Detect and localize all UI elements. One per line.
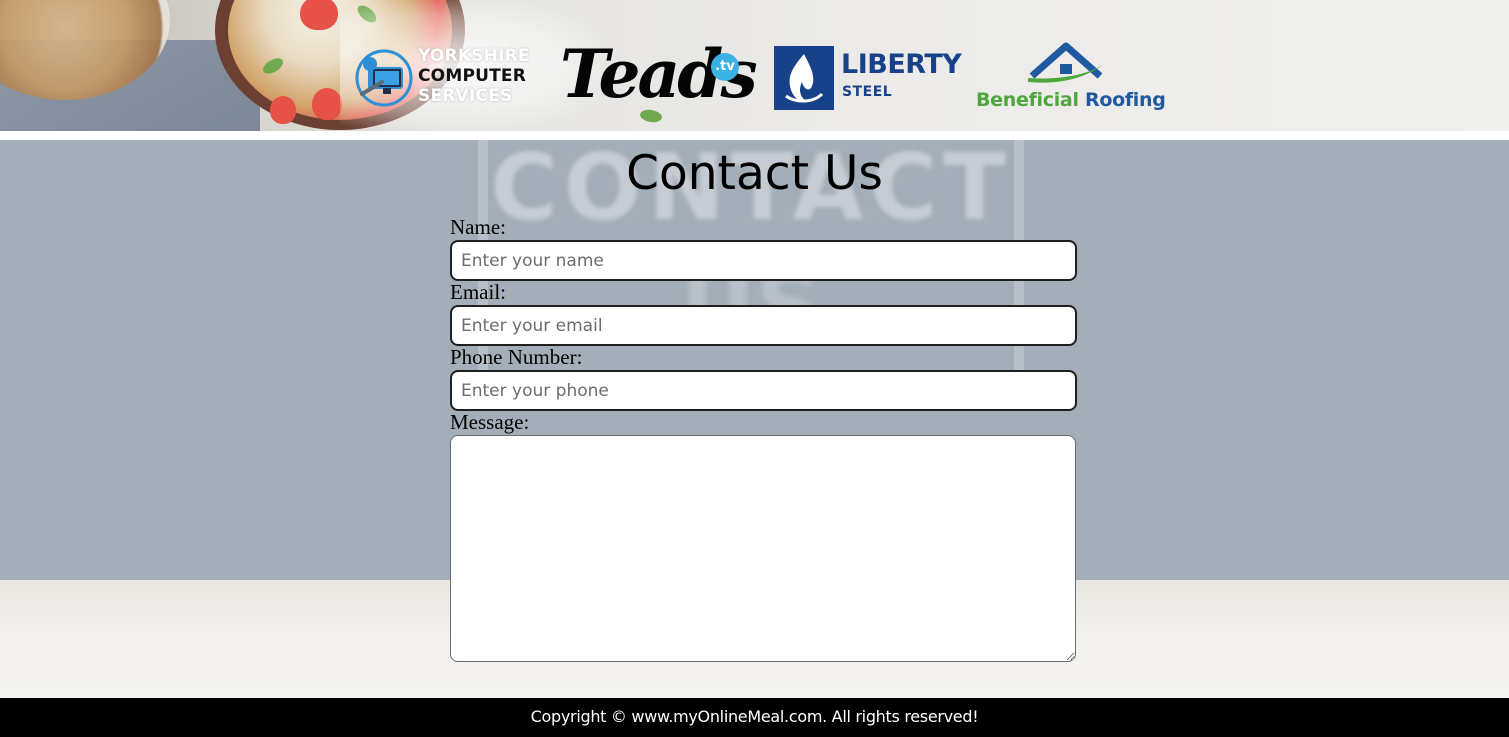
message-textarea[interactable] [450, 435, 1076, 662]
liberty-steel-logo[interactable]: LIBERTY STEEL [774, 46, 962, 110]
beneficial-roofing-logo[interactable]: Beneficial Roofing [976, 42, 1166, 114]
beneficial-roofing-word1: Beneficial [976, 89, 1079, 111]
computer-wrench-icon [355, 49, 413, 107]
liberty-logo-line1: LIBERTY [841, 49, 962, 80]
email-input[interactable] [450, 305, 1077, 346]
phone-label: Phone Number: [450, 345, 583, 369]
beneficial-roofing-wordmark: Beneficial Roofing [976, 88, 1166, 112]
footer: Copyright © www.myOnlineMeal.com. All ri… [0, 698, 1509, 737]
yorkshire-logo-text: YORKSHIRE COMPUTER SERVICES [418, 46, 530, 106]
yorkshire-logo-line2: COMPUTER [418, 66, 527, 86]
banner-photo-strawberry [270, 96, 296, 124]
banner-photo-strawberry [312, 88, 342, 120]
sponsor-banner: YORKSHIRE COMPUTER SERVICES Teads .tv LI… [0, 0, 1509, 131]
footer-copyright: Copyright © www.myOnlineMeal.com. All ri… [530, 707, 979, 726]
name-label: Name: [450, 215, 506, 239]
contact-section: CONTACT US Contact Us Name: Email: Phone… [0, 140, 1509, 698]
beneficial-roofing-word2: Roofing [1085, 89, 1166, 111]
contact-form: Name: Email: Phone Number: Message: [450, 216, 1078, 662]
email-label: Email: [450, 280, 506, 304]
yorkshire-logo-line3: SERVICES [418, 86, 513, 106]
teads-tv-logo[interactable]: Teads .tv [560, 35, 758, 116]
banner-photo-strawberry [300, 0, 338, 30]
liberty-logo-line2: STEEL [842, 84, 893, 100]
teads-tv-badge: .tv [711, 53, 739, 81]
message-label: Message: [450, 410, 530, 434]
phone-input[interactable] [450, 370, 1077, 411]
page-title: Contact Us [626, 146, 883, 201]
house-roof-icon [1028, 42, 1104, 83]
yorkshire-computer-services-logo[interactable]: YORKSHIRE COMPUTER SERVICES [354, 46, 530, 110]
liberty-flame-icon [774, 46, 834, 110]
name-input[interactable] [450, 240, 1077, 281]
yorkshire-logo-line1: YORKSHIRE [418, 46, 530, 66]
